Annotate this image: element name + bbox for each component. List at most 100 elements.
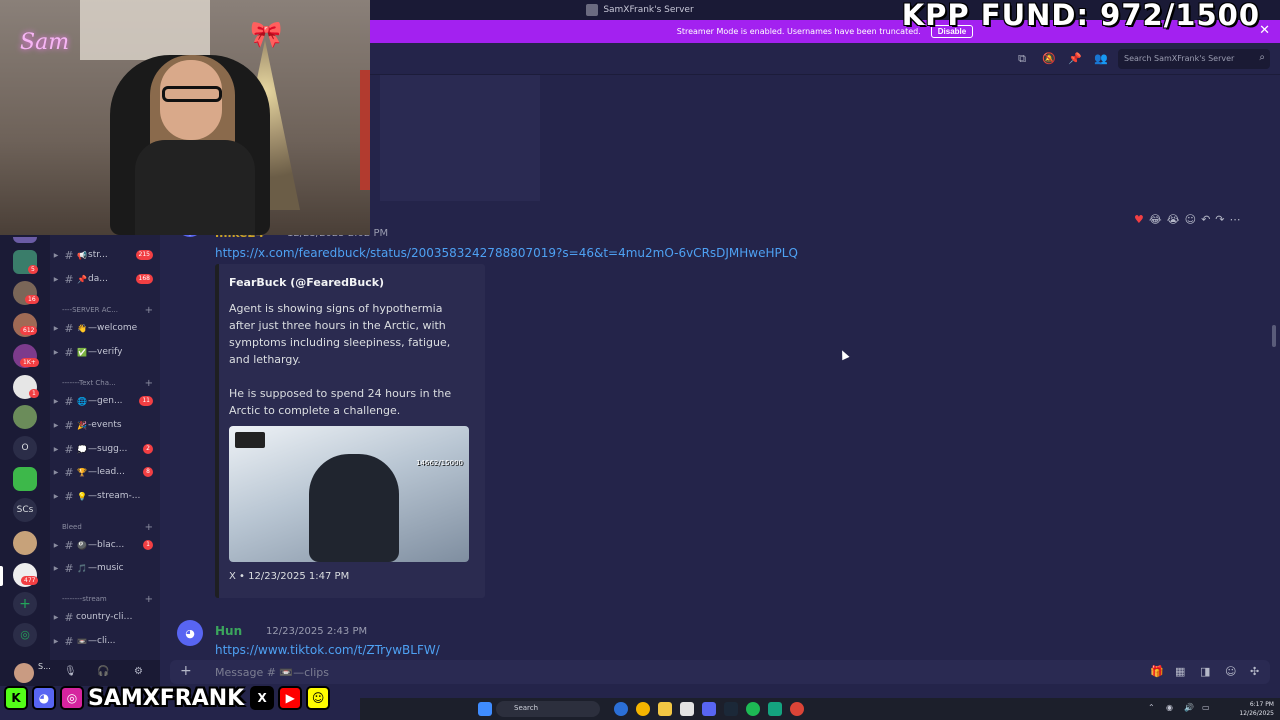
battery-icon[interactable]: ▭ <box>1202 703 1210 712</box>
search-icon: ⌕ <box>1259 52 1265 63</box>
kick-icon: K <box>4 686 28 710</box>
server-badge: 1K+ <box>20 358 39 367</box>
server-icon-o[interactable]: O <box>13 436 37 460</box>
channel-emoji: 📼 <box>77 636 87 646</box>
channel-item[interactable]: ▶ # 📢 str... 215 <box>50 246 160 264</box>
wifi-icon[interactable]: ◉ <box>1166 703 1173 712</box>
gift-icon[interactable]: 🎁 <box>1150 665 1164 678</box>
chrome-2-icon[interactable] <box>790 702 804 716</box>
channel-label: —stream-... <box>88 491 141 501</box>
message-input[interactable]: + Message # 📼—clips 🎁 ▦ ◨ ☺ ✣ <box>170 660 1270 684</box>
attach-plus-icon[interactable]: + <box>180 663 192 679</box>
avatar[interactable] <box>14 663 34 683</box>
unread-arrow-icon: ▶ <box>53 251 59 259</box>
store-icon[interactable] <box>680 702 694 716</box>
taskbar-search[interactable]: Search <box>496 701 600 717</box>
emoji-icon[interactable]: ☺ <box>1225 665 1236 678</box>
server-icon-7[interactable] <box>13 531 37 555</box>
edge-icon[interactable] <box>614 702 628 716</box>
channel-category[interactable]: --------stream + <box>50 592 160 606</box>
channel-category[interactable]: Bleed + <box>50 520 160 534</box>
server-icon <box>586 4 599 16</box>
channel-emoji: ✅ <box>77 347 87 357</box>
server-icon-minecraft[interactable] <box>13 467 37 491</box>
webcam-red-strip <box>360 70 370 190</box>
forward-icon[interactable]: ↷ <box>1215 213 1224 231</box>
channel-item[interactable]: ▶ # 💭 —sugg... 2 <box>50 440 160 458</box>
heart-reaction-icon[interactable]: ♥ <box>1134 213 1144 231</box>
message-link[interactable]: https://www.tiktok.com/t/ZTrywBLFW/ <box>215 643 440 657</box>
channel-category[interactable]: ----SERVER AC... + <box>50 303 160 317</box>
unread-arrow-icon: ▶ <box>53 564 59 572</box>
channel-item[interactable]: ▶ # ✅ —verify <box>50 343 160 361</box>
channel-item[interactable]: ▶ # country-clips... <box>50 608 160 626</box>
app-icon[interactable] <box>768 702 782 716</box>
channel-item[interactable]: ▶ # 📼 —cli... <box>50 632 160 650</box>
embed-image[interactable]: 14662/15000 <box>229 426 469 562</box>
message-avatar[interactable]: ◕ <box>177 620 203 646</box>
server-icon-6[interactable] <box>13 405 37 429</box>
sticker-icon[interactable]: ◨ <box>1200 665 1210 678</box>
chrome-icon[interactable] <box>636 702 650 716</box>
channel-item[interactable]: ▶ # 👋 —welcome <box>50 319 160 337</box>
microphone-icon[interactable]: 🎙 <box>64 666 77 677</box>
server-icon-partial[interactable] <box>13 237 37 243</box>
create-channel-plus-icon[interactable]: + <box>145 522 153 533</box>
channel-mention-badge: 2 <box>143 444 153 454</box>
threads-icon[interactable]: ⧉ <box>1015 52 1029 66</box>
message-link[interactable]: https://x.com/fearedbuck/status/20035832… <box>215 246 798 260</box>
settings-gear-icon[interactable]: ⚙ <box>134 666 143 677</box>
close-banner-icon[interactable]: ✕ <box>1259 23 1270 38</box>
taskbar-clock[interactable]: 6:17 PM 12/26/2025 <box>1239 700 1274 718</box>
gif-icon[interactable]: ▦ <box>1175 665 1185 678</box>
more-options-icon[interactable]: ⋯ <box>1230 213 1241 231</box>
channel-label: —gen... <box>88 396 123 406</box>
channel-emoji: 🎉 <box>77 420 87 430</box>
headphones-icon[interactable]: 🎧 <box>97 666 109 677</box>
embed-title[interactable]: FearBuck (@FearedBuck) <box>229 276 384 289</box>
notification-bell-icon[interactable]: 🔕 <box>1042 52 1056 66</box>
volume-icon[interactable]: 🔊 <box>1184 703 1194 712</box>
unread-arrow-icon: ▶ <box>53 541 59 549</box>
create-channel-plus-icon[interactable]: + <box>145 594 153 605</box>
start-icon[interactable] <box>478 702 492 716</box>
channel-category[interactable]: -------Text Cha... + <box>50 376 160 390</box>
channel-item[interactable]: ▶ # 📌 da... 168 <box>50 270 160 288</box>
channel-header: ⧉ 🔕 📌 👥 Search SamXFrank's Server ⌕ <box>370 43 1280 75</box>
reply-icon[interactable]: ↶ <box>1201 213 1210 231</box>
channel-item[interactable]: ▶ # 🎱 —blac... 1 <box>50 536 160 554</box>
channel-item[interactable]: ▶ # 🌐 —gen... 11 <box>50 392 160 410</box>
snapchat-icon: ☺ <box>306 686 331 710</box>
steam-icon[interactable] <box>724 702 738 716</box>
spotify-icon[interactable] <box>746 702 760 716</box>
unread-arrow-icon: ▶ <box>53 421 59 429</box>
server-icon-scs[interactable]: SCs <box>13 498 37 522</box>
kpp-fund-overlay: KPP FUND: 972/1500 <box>901 0 1260 32</box>
channel-item[interactable]: ▶ # 🎵 —music <box>50 559 160 577</box>
create-channel-plus-icon[interactable]: + <box>145 305 153 316</box>
message-author[interactable]: Hun <box>215 624 242 638</box>
search-input[interactable]: Search SamXFrank's Server ⌕ <box>1118 49 1270 69</box>
members-icon[interactable]: 👥 <box>1094 52 1108 66</box>
scrollbar-thumb[interactable] <box>1272 325 1276 347</box>
channel-hash-icon: # <box>64 634 74 648</box>
add-server-icon[interactable]: + <box>13 592 37 616</box>
pin-icon[interactable]: 📌 <box>1068 52 1082 66</box>
tray-arrow-icon[interactable]: ⌃ <box>1148 703 1155 712</box>
file-explorer-icon[interactable] <box>658 702 672 716</box>
image-figure <box>309 454 399 562</box>
create-channel-plus-icon[interactable]: + <box>145 378 153 389</box>
discover-icon[interactable]: ◎ <box>13 623 37 647</box>
channel-mention-badge: 8 <box>143 467 153 477</box>
add-reaction-icon[interactable]: ☺ <box>1185 213 1196 231</box>
channel-item[interactable]: ▶ # 🎉 -events <box>50 416 160 434</box>
channel-emoji: 💭 <box>77 444 87 454</box>
channel-item[interactable]: ▶ # 🏆 —lead... 8 <box>50 463 160 481</box>
discord-taskbar-icon[interactable] <box>702 702 716 716</box>
social-handle: SAMXFRANK <box>88 685 245 711</box>
cry-reaction-icon[interactable]: 😭 <box>1167 213 1180 231</box>
apps-icon[interactable]: ✣ <box>1250 665 1259 678</box>
laugh-reaction-icon[interactable]: 😂 <box>1149 213 1162 231</box>
clock-date: 12/26/2025 <box>1239 710 1274 717</box>
channel-item[interactable]: ▶ # 💡 —stream-... <box>50 487 160 505</box>
